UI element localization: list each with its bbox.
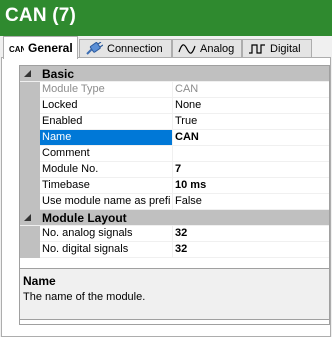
category-basic[interactable]: Basic <box>20 66 329 82</box>
tab-general[interactable]: CAN General <box>3 36 78 59</box>
collapse-icon[interactable] <box>23 69 32 78</box>
property-value[interactable]: 7 <box>173 162 329 178</box>
digital-square-wave-icon <box>248 43 266 55</box>
tab-digital-label: Digital <box>270 42 301 55</box>
property-label: Module No. <box>40 162 173 178</box>
property-value[interactable]: 32 <box>173 242 329 258</box>
property-row-module-type[interactable]: Module Type CAN <box>20 82 329 98</box>
analog-wave-icon <box>178 43 196 55</box>
tab-analog-label: Analog <box>200 42 235 55</box>
tab-connection-label: Connection <box>107 42 163 55</box>
property-value[interactable] <box>173 146 329 162</box>
tab-digital[interactable]: Digital <box>242 39 312 57</box>
property-value[interactable]: CAN <box>173 130 329 146</box>
property-label: Module Type <box>40 82 173 98</box>
tab-strip: CAN General Connection Analog Digital <box>0 36 332 59</box>
property-description-panel: Name The name of the module. <box>19 268 330 320</box>
description-title: Name <box>23 274 56 288</box>
tab-panel-general: Basic Module Type CAN Locked None Enable… <box>1 57 331 337</box>
property-value[interactable]: True <box>173 114 329 130</box>
property-label: Timebase <box>40 178 173 194</box>
tab-general-label: General <box>28 41 73 55</box>
window-title: CAN (7) <box>5 5 77 26</box>
can-bus-icon: CAN <box>9 44 24 53</box>
tab-analog[interactable]: Analog <box>172 39 242 57</box>
property-value[interactable]: 32 <box>173 226 329 242</box>
property-label: Comment <box>40 146 173 162</box>
description-text: The name of the module. <box>23 291 146 303</box>
property-row-name[interactable]: Name CAN <box>20 130 329 146</box>
property-label: No. analog signals <box>40 226 173 242</box>
svg-text:CAN: CAN <box>9 45 24 53</box>
category-module-layout[interactable]: Module Layout <box>20 210 329 226</box>
property-value[interactable]: 10 ms <box>173 178 329 194</box>
property-label: Locked <box>40 98 173 114</box>
property-row-locked[interactable]: Locked None <box>20 98 329 114</box>
property-row-module-no[interactable]: Module No. 7 <box>20 162 329 178</box>
category-label: Basic <box>42 67 75 81</box>
tab-connection[interactable]: Connection <box>79 39 172 57</box>
window-title-bar: CAN (7) <box>0 0 332 36</box>
property-value: CAN <box>173 82 329 98</box>
connector-plug-icon <box>85 41 103 56</box>
property-label: Enabled <box>40 114 173 130</box>
property-row-analog-signals[interactable]: No. analog signals 32 <box>20 226 329 242</box>
property-row-digital-signals[interactable]: No. digital signals 32 <box>20 242 329 258</box>
property-row-use-module-name-prefix[interactable]: Use module name as prefi False <box>20 194 329 210</box>
property-value[interactable]: False <box>173 194 329 210</box>
property-row-comment[interactable]: Comment <box>20 146 329 162</box>
property-label: No. digital signals <box>40 242 173 258</box>
property-label: Use module name as prefi <box>40 194 173 210</box>
property-row-enabled[interactable]: Enabled True <box>20 114 329 130</box>
property-label: Name <box>40 130 173 146</box>
category-label: Module Layout <box>42 211 127 225</box>
property-value[interactable]: None <box>173 98 329 114</box>
collapse-icon[interactable] <box>23 213 32 222</box>
property-row-timebase[interactable]: Timebase 10 ms <box>20 178 329 194</box>
